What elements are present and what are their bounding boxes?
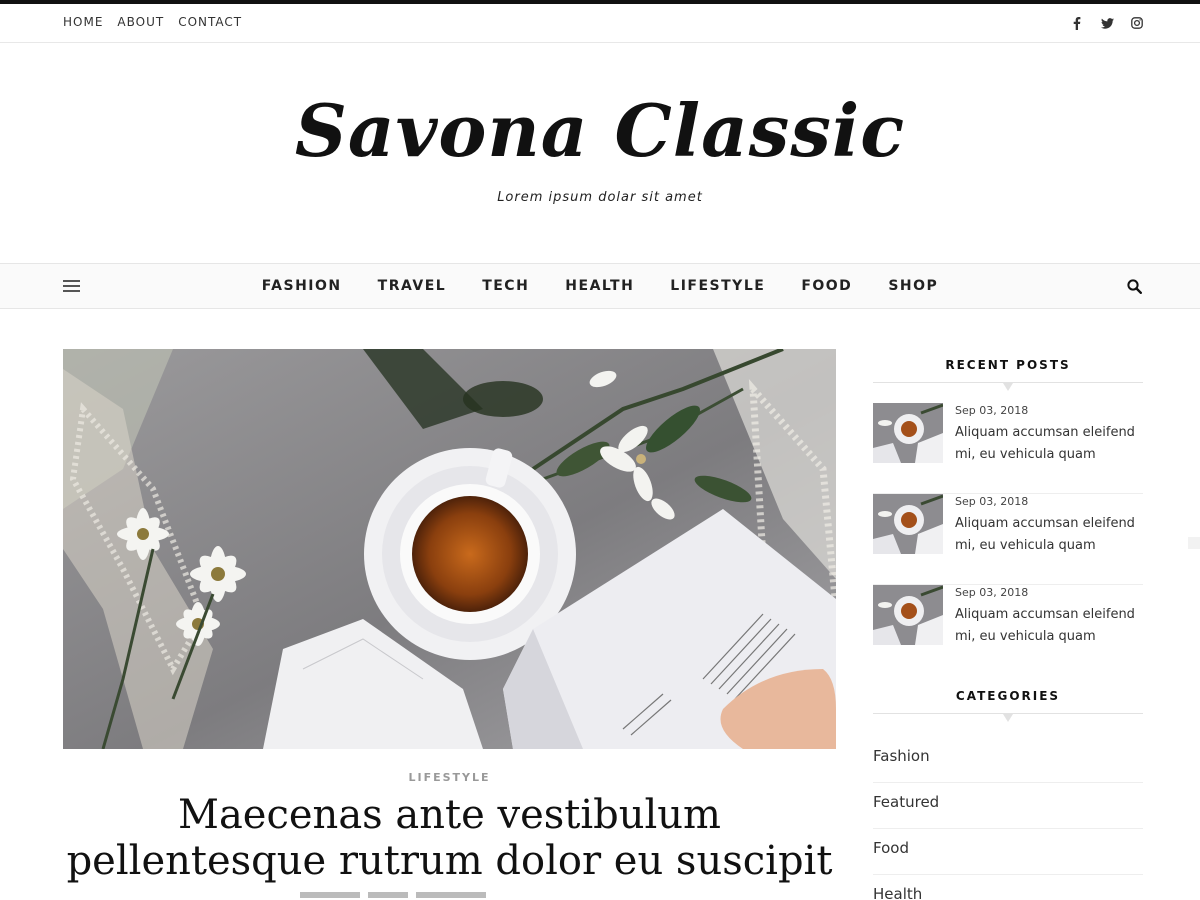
category-featured[interactable]: Featured <box>873 783 1143 829</box>
category-list: Fashion Featured Food Health <box>873 737 1143 900</box>
nav-item-tech[interactable]: TECH <box>482 278 529 294</box>
recent-posts-widget: RECENT POSTS Sep 03, 2018 Aliquam accums… <box>873 349 1143 676</box>
social-links <box>1070 16 1144 30</box>
site-tagline: Lorem ipsum dolar sit amet <box>497 190 703 205</box>
recent-post-item[interactable]: Sep 03, 2018 Aliquam accumsan eleifend m… <box>873 585 1143 676</box>
recent-post-item[interactable]: Sep 03, 2018 Aliquam accumsan eleifend m… <box>873 403 1143 494</box>
recent-posts-list: Sep 03, 2018 Aliquam accumsan eleifend m… <box>873 403 1143 676</box>
top-menu-contact[interactable]: CONTACT <box>178 15 242 29</box>
sidebar: RECENT POSTS Sep 03, 2018 Aliquam accums… <box>873 349 1143 900</box>
facebook-icon[interactable] <box>1070 16 1084 30</box>
category-health[interactable]: Health <box>873 875 1143 900</box>
scroll-edge-tab[interactable] <box>1188 537 1200 549</box>
main-navigation: FASHION TRAVEL TECH HEALTH LIFESTYLE FOO… <box>0 263 1200 309</box>
top-menu-about[interactable]: ABOUT <box>117 15 164 29</box>
recent-post-item[interactable]: Sep 03, 2018 Aliquam accumsan eleifend m… <box>873 494 1143 585</box>
site-branding: Savona Classic Lorem ipsum dolar sit ame… <box>0 43 1200 263</box>
recent-post-date: Sep 03, 2018 <box>955 586 1029 599</box>
category-menu: FASHION TRAVEL TECH HEALTH LIFESTYLE FOO… <box>0 278 1200 294</box>
instagram-icon[interactable] <box>1130 16 1144 30</box>
nav-item-fashion[interactable]: FASHION <box>262 278 342 294</box>
category-food[interactable]: Food <box>873 829 1143 875</box>
site-title[interactable]: Savona Classic <box>0 95 1200 167</box>
recent-posts-heading: RECENT POSTS <box>873 349 1143 391</box>
nav-item-lifestyle[interactable]: LIFESTYLE <box>670 278 765 294</box>
featured-post-image[interactable] <box>63 349 836 749</box>
top-menu: HOME ABOUT CONTACT <box>63 15 242 29</box>
post-meta <box>300 892 600 898</box>
twitter-icon[interactable] <box>1100 16 1114 30</box>
nav-item-health[interactable]: HEALTH <box>565 278 634 294</box>
nav-item-food[interactable]: FOOD <box>801 278 852 294</box>
recent-post-title[interactable]: Aliquam accumsan eleifend mi, eu vehicul… <box>955 422 1143 466</box>
top-menu-home[interactable]: HOME <box>63 15 103 29</box>
top-bar: HOME ABOUT CONTACT <box>0 4 1200 43</box>
categories-heading: CATEGORIES <box>873 680 1143 722</box>
recent-post-date: Sep 03, 2018 <box>955 404 1029 417</box>
recent-post-thumbnail[interactable] <box>873 494 943 554</box>
categories-widget: CATEGORIES Fashion Featured Food Health <box>873 680 1143 900</box>
nav-item-travel[interactable]: TRAVEL <box>378 278 447 294</box>
recent-post-thumbnail[interactable] <box>873 403 943 463</box>
category-fashion[interactable]: Fashion <box>873 737 1143 783</box>
nav-item-shop[interactable]: SHOP <box>888 278 938 294</box>
post-category[interactable]: LIFESTYLE <box>63 771 836 784</box>
recent-post-thumbnail[interactable] <box>873 585 943 645</box>
recent-post-title[interactable]: Aliquam accumsan eleifend mi, eu vehicul… <box>955 604 1143 648</box>
recent-post-date: Sep 03, 2018 <box>955 495 1029 508</box>
post-title[interactable]: Maecenas ante vestibulum pellentesque ru… <box>63 792 836 884</box>
search-icon[interactable] <box>1127 279 1143 295</box>
recent-post-title[interactable]: Aliquam accumsan eleifend mi, eu vehicul… <box>955 513 1143 557</box>
